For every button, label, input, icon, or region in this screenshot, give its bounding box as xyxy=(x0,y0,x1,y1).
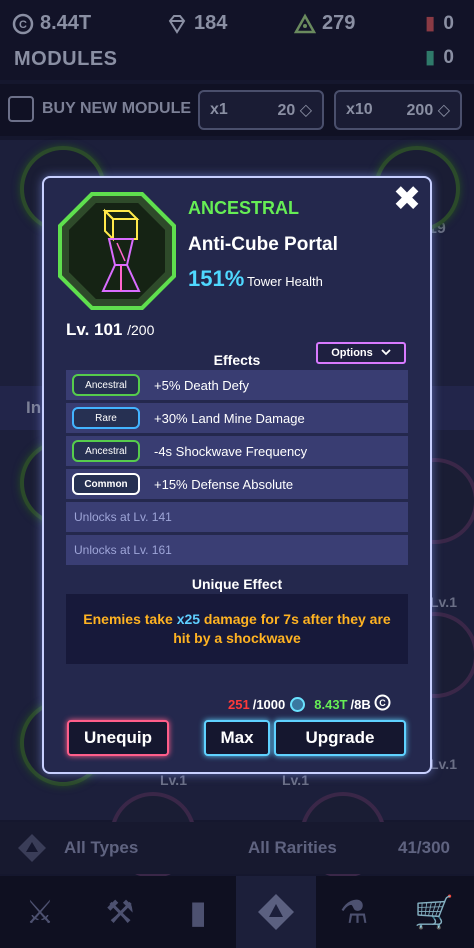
svg-text:C: C xyxy=(379,698,386,708)
stones-value: 279 xyxy=(322,12,356,34)
nav-attack-icon[interactable]: ⚔ xyxy=(0,876,80,948)
nav-modules-icon[interactable] xyxy=(236,876,316,948)
gems-counter: 184 xyxy=(166,12,227,35)
options-button[interactable]: Options xyxy=(316,342,406,364)
effect-row[interactable]: Rare +30% Land Mine Damage xyxy=(66,403,408,433)
locked-effect-row: Unlocks at Lv. 141 xyxy=(66,502,408,532)
gem-icon: ◇ xyxy=(299,102,312,119)
gems-value: 184 xyxy=(194,12,228,34)
effect-row[interactable]: Ancestral +5% Death Defy xyxy=(66,370,408,400)
effect-text: +5% Death Defy xyxy=(154,377,250,393)
effect-row[interactable]: Ancestral -4s Shockwave Frequency xyxy=(66,436,408,466)
stones-counter: 279 xyxy=(293,12,356,35)
module-count: 41/300 xyxy=(398,838,450,857)
shards-need: /1000 xyxy=(252,696,286,712)
main-stat-value: 151% xyxy=(188,266,245,291)
coins-have: 8.43T xyxy=(314,696,348,712)
effect-rarity-badge: Ancestral xyxy=(72,374,140,396)
unique-effect-heading: Unique Effect xyxy=(191,576,283,592)
effect-rarity-badge: Rare xyxy=(72,407,140,429)
unequip-button[interactable]: Unequip xyxy=(67,720,169,756)
section-text-partial: In xyxy=(26,398,42,417)
ticket-icon: ▮ xyxy=(424,13,436,34)
unique-effect-box: Enemies take x25 damage for 7s after the… xyxy=(66,594,408,664)
buy-new-module-label: BUY NEW MODULE xyxy=(42,100,192,117)
module-rarity: ANCESTRAL xyxy=(188,198,299,218)
rarities-filter[interactable]: All Rarities xyxy=(248,838,337,858)
nav-cards-icon[interactable]: ▮ xyxy=(158,876,238,948)
coin-icon: C xyxy=(12,13,34,35)
module-name: Anti-Cube Portal xyxy=(188,234,338,255)
slot-level: Lv.1 xyxy=(282,772,309,788)
coins-value: 8.44T xyxy=(40,12,92,34)
types-filter[interactable]: All Types xyxy=(64,838,138,858)
effect-text: -4s Shockwave Frequency xyxy=(154,443,308,459)
locked-effect-text: Unlocks at Lv. 141 xyxy=(74,510,172,524)
shard-icon xyxy=(290,696,306,712)
slot-level: Lv.1 xyxy=(430,594,457,610)
upgrade-button[interactable]: Upgrade xyxy=(274,720,406,756)
svg-text:C: C xyxy=(19,19,27,31)
ticket-icon: ▮ xyxy=(424,47,436,68)
max-button[interactable]: Max xyxy=(204,720,270,756)
locked-effect-row: Unlocks at Lv. 161 xyxy=(66,535,408,565)
unique-effect-text: Enemies take x25 damage for 7s after the… xyxy=(83,611,391,646)
unique-effect-highlight: x25 xyxy=(176,611,201,627)
effect-text: +15% Defense Absolute xyxy=(154,476,294,492)
anti-cube-portal-icon xyxy=(101,208,141,292)
gem-icon xyxy=(166,13,188,35)
gem-icon: ◇ xyxy=(437,102,450,119)
nav-labs-icon[interactable]: ⚗ xyxy=(314,876,394,948)
coin-icon: C xyxy=(374,694,391,714)
module-portrait xyxy=(69,203,165,299)
buy-x1-button[interactable]: x1 20 ◇ xyxy=(198,90,324,130)
coins-need: /8B xyxy=(350,696,371,712)
shards-have: 251 xyxy=(228,696,250,712)
power-stone-icon xyxy=(293,12,317,35)
close-icon[interactable]: ✖ xyxy=(392,182,422,216)
locked-effect-text: Unlocks at Lv. 161 xyxy=(74,543,172,557)
buy-x10-button[interactable]: x10 200 ◇ xyxy=(334,90,462,130)
nav-shop-icon[interactable]: 🛒 xyxy=(394,876,474,948)
rarity-filter-icon xyxy=(16,832,48,869)
upgrade-cost: 251/1000 8.43T/8B C xyxy=(228,694,391,714)
screen-title: MODULES xyxy=(14,48,118,70)
chevron-down-icon xyxy=(381,347,391,359)
coins-counter: C 8.44T xyxy=(12,12,91,35)
slot-level: Lv.1 xyxy=(160,772,187,788)
effect-rarity-badge: Ancestral xyxy=(72,440,140,462)
effect-row[interactable]: Common +15% Defense Absolute xyxy=(66,469,408,499)
module-level-max: /200 xyxy=(127,322,155,338)
module-level: Lv. 101 /200 xyxy=(66,320,155,339)
effect-rarity-badge: Common xyxy=(72,473,140,495)
ticket-b-counter: ▮ 0 xyxy=(424,47,454,68)
nav-workshop-icon[interactable]: ⚒ xyxy=(80,876,160,948)
info-icon[interactable] xyxy=(8,96,34,122)
slot-level: Lv.1 xyxy=(430,756,457,772)
ticket-a-counter: ▮ 0 xyxy=(424,13,454,34)
effect-text: +30% Land Mine Damage xyxy=(154,410,305,426)
main-stat-label: Tower Health xyxy=(247,274,323,289)
